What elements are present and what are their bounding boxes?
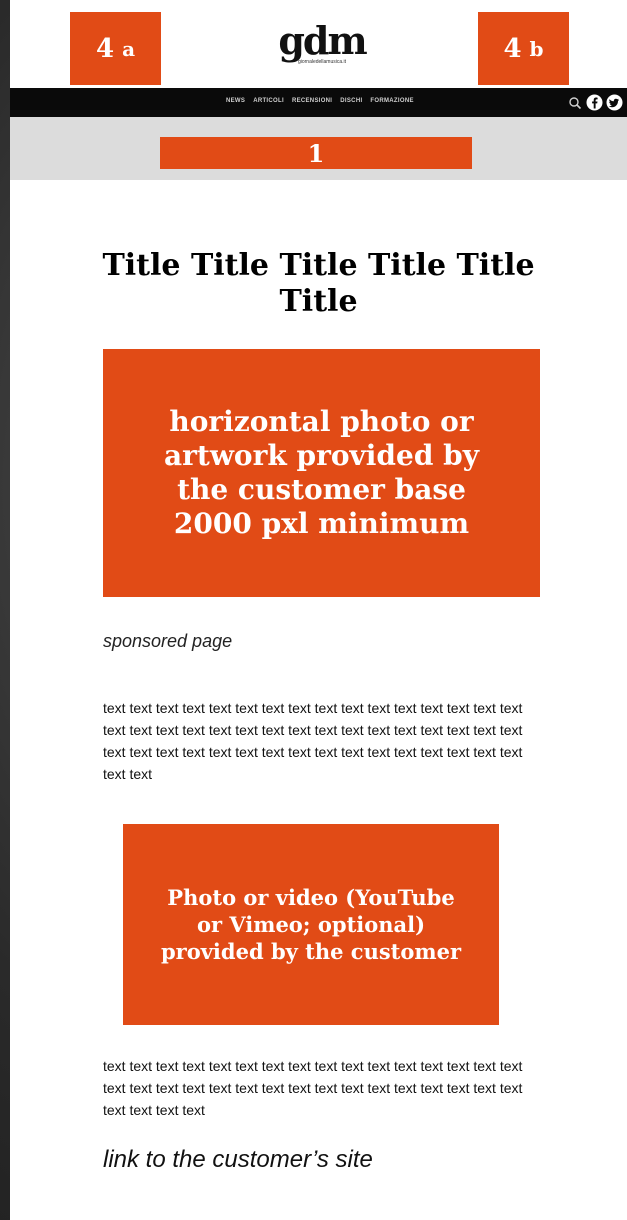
main-navbar: NEWS ARTICOLI RECENSIONI DISCHI FORMAZIO… <box>10 88 627 117</box>
ad-slot-number: 4 <box>95 33 115 64</box>
ad-slot-letter: a <box>122 36 136 61</box>
nav-item-dischi[interactable]: DISCHI <box>340 98 362 104</box>
facebook-icon[interactable] <box>586 94 603 111</box>
ad-slot-1[interactable]: 1 <box>160 137 472 169</box>
media-placeholder[interactable]: Photo or video (YouTube or Vimeo; option… <box>123 824 499 1025</box>
sponsored-label: sponsored page <box>103 631 233 651</box>
search-icon[interactable] <box>566 94 583 111</box>
customer-site-link[interactable]: link to the customer’s site <box>103 1146 373 1174</box>
ad-slot-4b[interactable]: 4 b <box>478 12 569 85</box>
site-header: 4 a gdm giornaledellamusica.it 4 b <box>10 0 627 88</box>
nav-item-news[interactable]: NEWS <box>226 98 245 104</box>
ad-slot-4a[interactable]: 4 a <box>70 12 161 85</box>
site-logo[interactable]: gdm giornaledellamusica.it <box>272 18 372 66</box>
hero-photo-placeholder: horizontal photo or artwork provided by … <box>103 349 540 597</box>
background: 4 a gdm giornaledellamusica.it 4 b NEWS … <box>0 0 627 1220</box>
banner-area: 1 <box>10 117 627 180</box>
ad-slot-number: 4 <box>503 33 522 64</box>
twitter-icon[interactable] <box>606 94 623 111</box>
nav-item-formazione[interactable]: FORMAZIONE <box>370 98 413 104</box>
nav-item-recensioni[interactable]: RECENSIONI <box>292 98 332 104</box>
nav-menu: NEWS ARTICOLI RECENSIONI DISCHI FORMAZIO… <box>226 98 414 104</box>
ad-slot-letter: b <box>529 36 544 61</box>
body-paragraph: text text text text text text text text … <box>103 1058 523 1118</box>
page-mockup: 4 a gdm giornaledellamusica.it 4 b NEWS … <box>10 0 627 1220</box>
article-title: Title Title Title Title Title Title <box>102 248 535 319</box>
body-paragraph: text text text text text text text text … <box>103 700 523 782</box>
logo-word: gdm <box>278 18 367 63</box>
nav-item-articoli[interactable]: ARTICOLI <box>253 98 284 104</box>
nav-icons <box>566 94 623 111</box>
